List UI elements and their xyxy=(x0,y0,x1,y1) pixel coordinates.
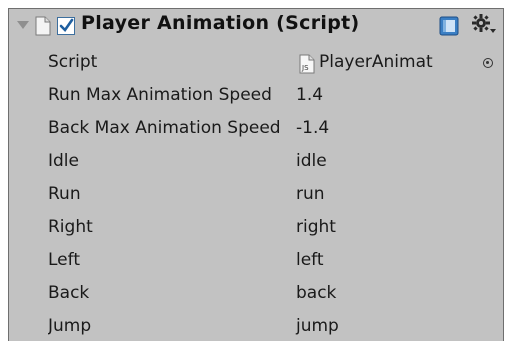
help-book-icon[interactable] xyxy=(439,16,459,36)
field-row-run: Run run xyxy=(9,179,503,211)
text-field[interactable]: jump xyxy=(296,316,339,336)
field-label: Idle xyxy=(48,151,79,171)
field-label: Script xyxy=(48,52,98,72)
field-label: Back xyxy=(48,283,90,303)
text-field[interactable]: run xyxy=(296,184,325,204)
field-row-idle: Idle idle xyxy=(9,146,503,178)
field-label: Left xyxy=(48,250,80,270)
script-object-field[interactable]: JS PlayerAnimat xyxy=(299,52,503,76)
field-row-right: Right right xyxy=(9,212,503,244)
checkmark-icon xyxy=(59,18,74,33)
field-row-back-max-animation-speed: Back Max Animation Speed -1.4 xyxy=(9,113,503,145)
field-label: Run Max Animation Speed xyxy=(48,85,272,105)
foldout-triangle-icon[interactable] xyxy=(17,21,29,29)
field-label: Jump xyxy=(48,316,92,336)
component-header: Player Animation (Script) xyxy=(9,9,503,45)
field-row-back: Back back xyxy=(9,278,503,310)
component-title: Player Animation (Script) xyxy=(81,12,360,34)
script-name: PlayerAnimat xyxy=(319,52,433,72)
float-field[interactable]: -1.4 xyxy=(296,118,329,138)
float-field[interactable]: 1.4 xyxy=(296,85,323,105)
text-field[interactable]: idle xyxy=(296,151,327,171)
csharp-script-icon: JS xyxy=(299,54,315,74)
object-picker-icon[interactable] xyxy=(483,58,493,68)
inspector-component-panel: Player Animation (Script) Script JS Play… xyxy=(8,8,504,341)
text-field[interactable]: left xyxy=(296,250,324,270)
document-icon xyxy=(35,16,51,36)
enable-checkbox[interactable] xyxy=(57,17,75,35)
field-row-jump: Jump jump xyxy=(9,311,503,341)
text-field[interactable]: back xyxy=(296,283,336,303)
script-icon-text: JS xyxy=(301,64,309,72)
field-label: Run xyxy=(48,184,81,204)
gear-icon[interactable] xyxy=(470,13,498,37)
field-label: Back Max Animation Speed xyxy=(48,118,281,138)
field-row-run-max-animation-speed: Run Max Animation Speed 1.4 xyxy=(9,80,503,112)
field-row-left: Left left xyxy=(9,245,503,277)
text-field[interactable]: right xyxy=(296,217,336,237)
field-row-script: Script JS PlayerAnimat xyxy=(9,47,503,79)
field-label: Right xyxy=(48,217,93,237)
